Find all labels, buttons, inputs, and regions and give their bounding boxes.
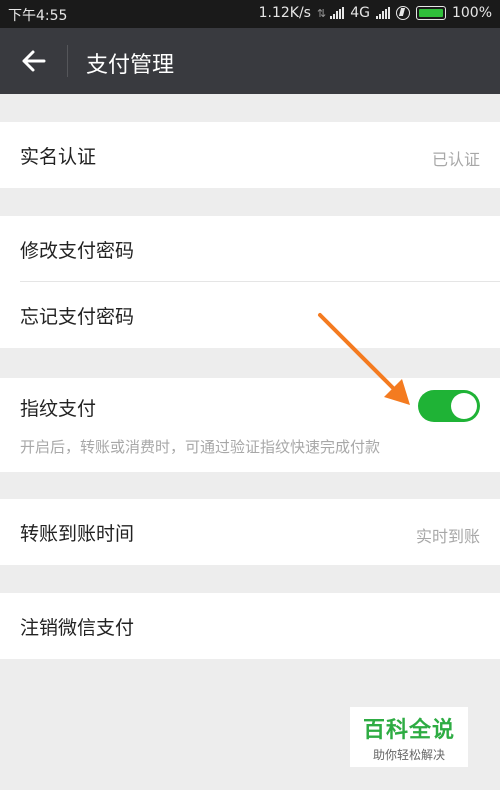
app-bar-divider bbox=[67, 45, 68, 77]
transfer-time-row[interactable]: 转账到账时间 实时到账 bbox=[0, 499, 500, 565]
arrow-left-icon bbox=[22, 50, 46, 72]
deactivate-row[interactable]: 注销微信支付 bbox=[0, 593, 500, 659]
group-realname: 实名认证 已认证 bbox=[0, 122, 500, 188]
watermark-subtitle: 助你轻松解决 bbox=[372, 748, 445, 762]
fingerprint-label: 指纹支付 bbox=[20, 398, 97, 420]
fingerprint-description: 开启后，转账或消费时，可通过验证指纹快速完成付款 bbox=[20, 438, 381, 456]
network-type: 4G bbox=[350, 5, 370, 21]
change-password-label: 修改支付密码 bbox=[20, 240, 135, 262]
transfer-time-label: 转账到账时间 bbox=[20, 523, 135, 545]
group-fingerprint: 指纹支付 开启后，转账或消费时，可通过验证指纹快速完成付款 bbox=[0, 378, 500, 472]
annotation-arrow-icon bbox=[318, 313, 410, 405]
charging-icon bbox=[395, 6, 410, 20]
deactivate-label: 注销微信支付 bbox=[20, 617, 135, 639]
battery-level: 100% bbox=[451, 5, 492, 21]
battery-icon bbox=[415, 6, 446, 20]
page-title: 支付管理 bbox=[86, 53, 175, 78]
network-speed: 1.12K/s bbox=[258, 5, 311, 21]
realname-label: 实名认证 bbox=[20, 146, 97, 168]
app-bar: 支付管理 bbox=[0, 28, 500, 94]
back-button[interactable] bbox=[14, 41, 54, 81]
data-transfer-icon: ⇅ bbox=[316, 6, 326, 20]
status-bar: 下午4:55 1.12K/s ⇅ 4G 100% bbox=[0, 0, 500, 28]
forgot-password-row[interactable]: 忘记支付密码 bbox=[0, 282, 500, 348]
status-indicators: 1.12K/s ⇅ 4G 100% bbox=[259, 5, 492, 21]
group-transfer-time: 转账到账时间 实时到账 bbox=[0, 499, 500, 565]
group-deactivate: 注销微信支付 bbox=[0, 593, 500, 659]
group-password: 修改支付密码 忘记支付密码 bbox=[0, 216, 500, 348]
watermark-title: 百科全说 bbox=[362, 718, 455, 743]
toggle-knob bbox=[451, 393, 477, 419]
forgot-password-label: 忘记支付密码 bbox=[20, 306, 135, 328]
fingerprint-row: 指纹支付 开启后，转账或消费时，可通过验证指纹快速完成付款 bbox=[0, 378, 500, 472]
status-time: 下午4:55 bbox=[8, 8, 68, 24]
realname-row[interactable]: 实名认证 已认证 bbox=[0, 122, 500, 188]
transfer-time-value: 实时到账 bbox=[415, 527, 480, 546]
change-password-row[interactable]: 修改支付密码 bbox=[0, 216, 500, 282]
signal-icon-2 bbox=[375, 7, 390, 19]
signal-icon bbox=[330, 7, 345, 19]
watermark-logo: 百科全说 助你轻松解决 bbox=[350, 707, 468, 767]
fingerprint-toggle[interactable] bbox=[418, 390, 480, 422]
realname-status: 已认证 bbox=[431, 150, 480, 169]
